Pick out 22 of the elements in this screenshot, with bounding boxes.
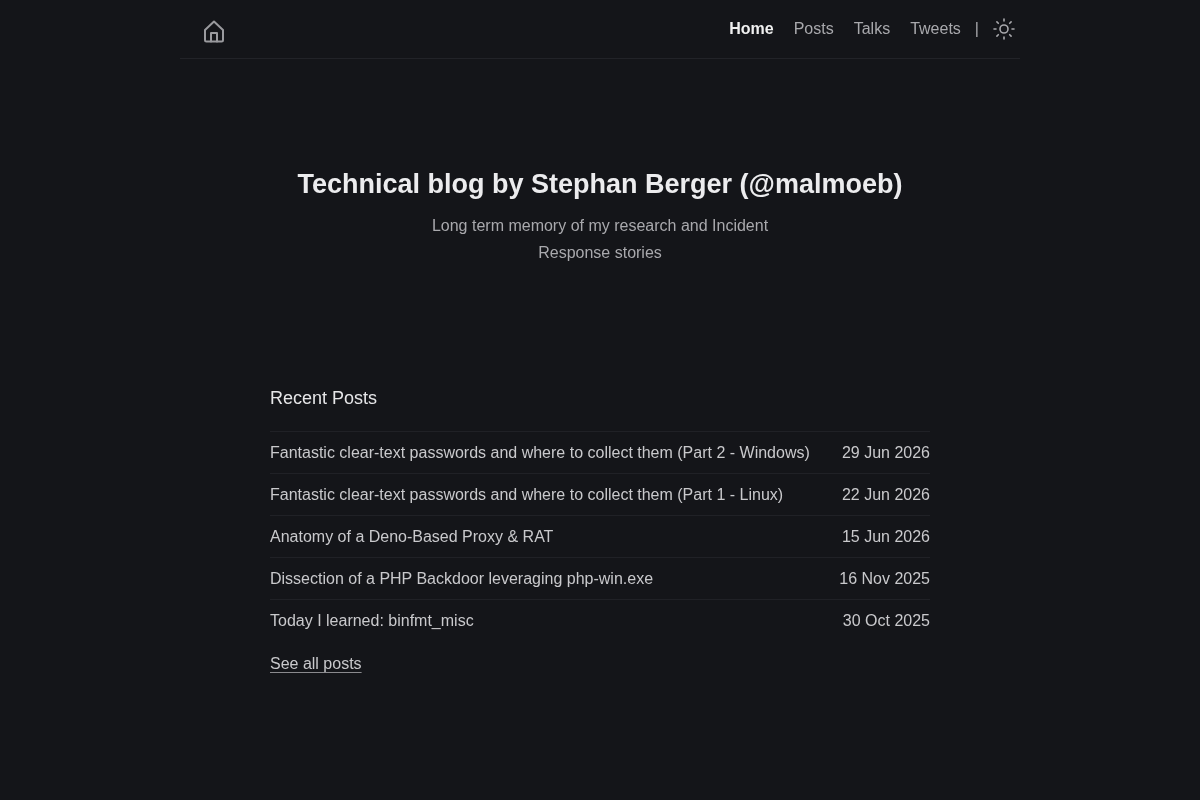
post-title-link[interactable]: Today I learned: binfmt_misc: [270, 608, 474, 633]
post-title-link[interactable]: Fantastic clear-text passwords and where to collect them (Part 1 - Linux): [270, 482, 784, 507]
post-title-link[interactable]: Anatomy of a Deno-Based Proxy & RAT: [270, 524, 554, 549]
post-title-link[interactable]: Dissection of a PHP Backdoor leveraging php-win.exe: [270, 566, 654, 591]
nav-link[interactable]: Home: [729, 17, 774, 41]
blog-subtitle: Long term memory of my research and Incident Response stories: [430, 216, 770, 263]
nav-link[interactable]: Talks: [853, 17, 891, 41]
post-date: 22 Jun 2026: [841, 484, 930, 505]
section-heading: Recent Posts: [270, 387, 379, 410]
post-date: 15 Jun 2026: [841, 526, 930, 547]
post-title-link[interactable]: Fantastic clear-text passwords and where to collect them (Part 2 - Windows): [270, 440, 810, 465]
theme-toggle-button[interactable]: [993, 18, 1015, 40]
sun-icon: [993, 18, 1015, 40]
post-date: 16 Nov 2025: [839, 568, 930, 589]
blog-title: Technical blog by Stephan Berger (@malmoeb): [297, 168, 903, 201]
nav-link[interactable]: Tweets: [910, 17, 961, 41]
home-icon[interactable]: [203, 19, 225, 43]
post-date: 29 Jun 2026: [841, 442, 930, 463]
see-all-posts-link[interactable]: See all posts: [270, 652, 362, 676]
nav-link[interactable]: Posts: [793, 17, 834, 41]
nav-separator: |: [974, 19, 979, 39]
post-date: 30 Oct 2025: [842, 610, 930, 631]
